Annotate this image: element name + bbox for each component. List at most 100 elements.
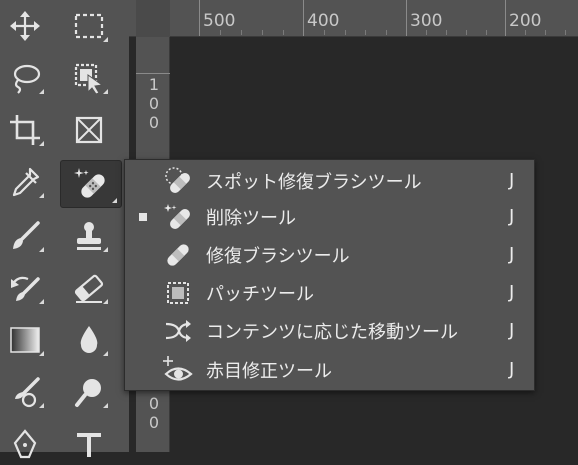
shortcut-key: J [509,282,515,303]
menu-item-remove-tool[interactable]: 削除ツール J [125,198,534,235]
submenu-indicator-icon [39,403,44,408]
submenu-indicator-icon [39,247,44,252]
type-tool[interactable] [64,423,114,465]
submenu-indicator-icon [39,141,44,146]
submenu-indicator-icon [112,198,117,203]
menu-item-red-eye[interactable]: 赤目修正ツール J [125,351,534,388]
lasso-icon [13,64,41,94]
clone-stamp-tool[interactable] [64,215,114,257]
rectangular-marquee-tool[interactable] [64,5,114,47]
healing-tools-flyout: スポット修復ブラシツール J 削除ツール J 修復ブラシツール J パッチツール… [124,159,535,391]
move-icon [10,11,40,41]
ruler-minor-tick [466,30,467,35]
menu-item-content-aware-move[interactable]: コンテンツに応じた移動ツール J [125,312,534,349]
frame-tool[interactable] [64,109,114,151]
ruler-minor-tick [283,30,284,35]
ruler-label: 300 [410,11,443,31]
brush-tool[interactable] [0,215,50,257]
ruler-minor-tick [365,30,366,35]
ruler-minor-tick [262,30,263,35]
ruler-minor-tick [220,30,221,35]
patch-tool-icon [163,278,193,308]
ruler-minor-tick [486,30,487,35]
ruler-minor-tick [345,30,346,35]
menu-item-label: パッチツール [206,283,314,305]
submenu-indicator-icon [103,247,108,252]
menu-item-label: スポット修復ブラシツール [206,171,422,193]
shortcut-key: J [509,244,515,265]
ruler-label: 500 [203,11,236,31]
submenu-indicator-icon [103,37,108,42]
blur-tool[interactable] [64,319,114,361]
ruler-label: 200 [509,11,542,31]
ruler-origin[interactable] [136,0,170,37]
frame-icon [75,116,103,144]
menu-item-spot-healing-brush[interactable]: スポット修復ブラシツール J [125,162,534,199]
ruler-tick [199,0,200,36]
ruler-minor-tick [446,30,447,35]
ruler-label: 0 [148,413,160,432]
crop-icon [10,115,40,145]
spot-healing-brush-tool[interactable] [60,160,122,208]
history-brush-icon [11,276,40,301]
submenu-indicator-icon [39,89,44,94]
marquee-icon [74,13,104,39]
type-icon [77,433,101,457]
submenu-indicator-icon [103,351,108,356]
move-tool[interactable] [0,5,50,47]
gradient-tool[interactable] [0,319,50,361]
ruler-minor-tick [241,30,242,35]
menu-item-healing-brush[interactable]: 修復ブラシツール J [125,236,534,273]
blur-drop-icon [80,326,98,353]
red-eye-icon [163,355,193,385]
ruler-tick [505,0,506,36]
spot-healing-brush-icon [163,166,193,196]
menu-item-label: 赤目修正ツール [206,360,332,382]
object-selection-icon [74,63,104,95]
ruler-minor-tick [426,30,427,35]
ruler-label: 0 [148,394,160,413]
ruler-label: 1 [148,75,160,94]
ruler-label: 0 [148,94,160,113]
ruler-tick [303,0,304,36]
ruler-minor-tick [525,30,526,35]
menu-item-label: 修復ブラシツール [206,245,350,267]
submenu-indicator-icon [103,299,108,304]
magnifier-icon [75,379,101,407]
ruler-minor-tick [386,30,387,35]
ruler-minor-tick [565,30,566,35]
ruler-minor-tick [545,30,546,35]
menu-item-label: 削除ツール [206,207,296,229]
submenu-indicator-icon [39,351,44,356]
selected-bullet-icon [139,212,147,221]
submenu-indicator-icon [39,193,44,198]
spot-healing-brush-icon [74,168,105,198]
ruler-tick [136,73,170,74]
crop-tool[interactable] [0,109,50,151]
menu-item-patch-tool[interactable]: パッチツール J [125,274,534,311]
tools-panel [0,0,129,459]
shortcut-key: J [509,320,515,341]
lasso-tool[interactable] [0,57,50,99]
ruler-minor-tick [324,30,325,35]
object-selection-tool[interactable] [64,57,114,99]
healing-brush-icon [163,240,193,270]
eraser-tool[interactable] [64,267,114,309]
submenu-indicator-icon [39,299,44,304]
eyedropper-tool[interactable] [0,161,50,203]
shortcut-key: J [509,359,515,380]
remove-tool-icon [163,202,193,232]
eyedropper-icon [12,167,40,197]
ruler-label: 400 [307,11,340,31]
shortcut-key: J [509,170,515,191]
submenu-indicator-icon [103,89,108,94]
pen-tool[interactable] [0,423,50,465]
dodge-tool[interactable] [0,371,50,413]
shortcut-key: J [509,206,515,227]
submenu-indicator-icon [103,403,108,408]
horizontal-ruler: 500 400 300 200 [129,0,578,37]
sponge-tool[interactable] [64,371,114,413]
pen-icon [13,429,37,459]
eraser-icon [74,274,104,303]
history-brush-tool[interactable] [0,267,50,309]
